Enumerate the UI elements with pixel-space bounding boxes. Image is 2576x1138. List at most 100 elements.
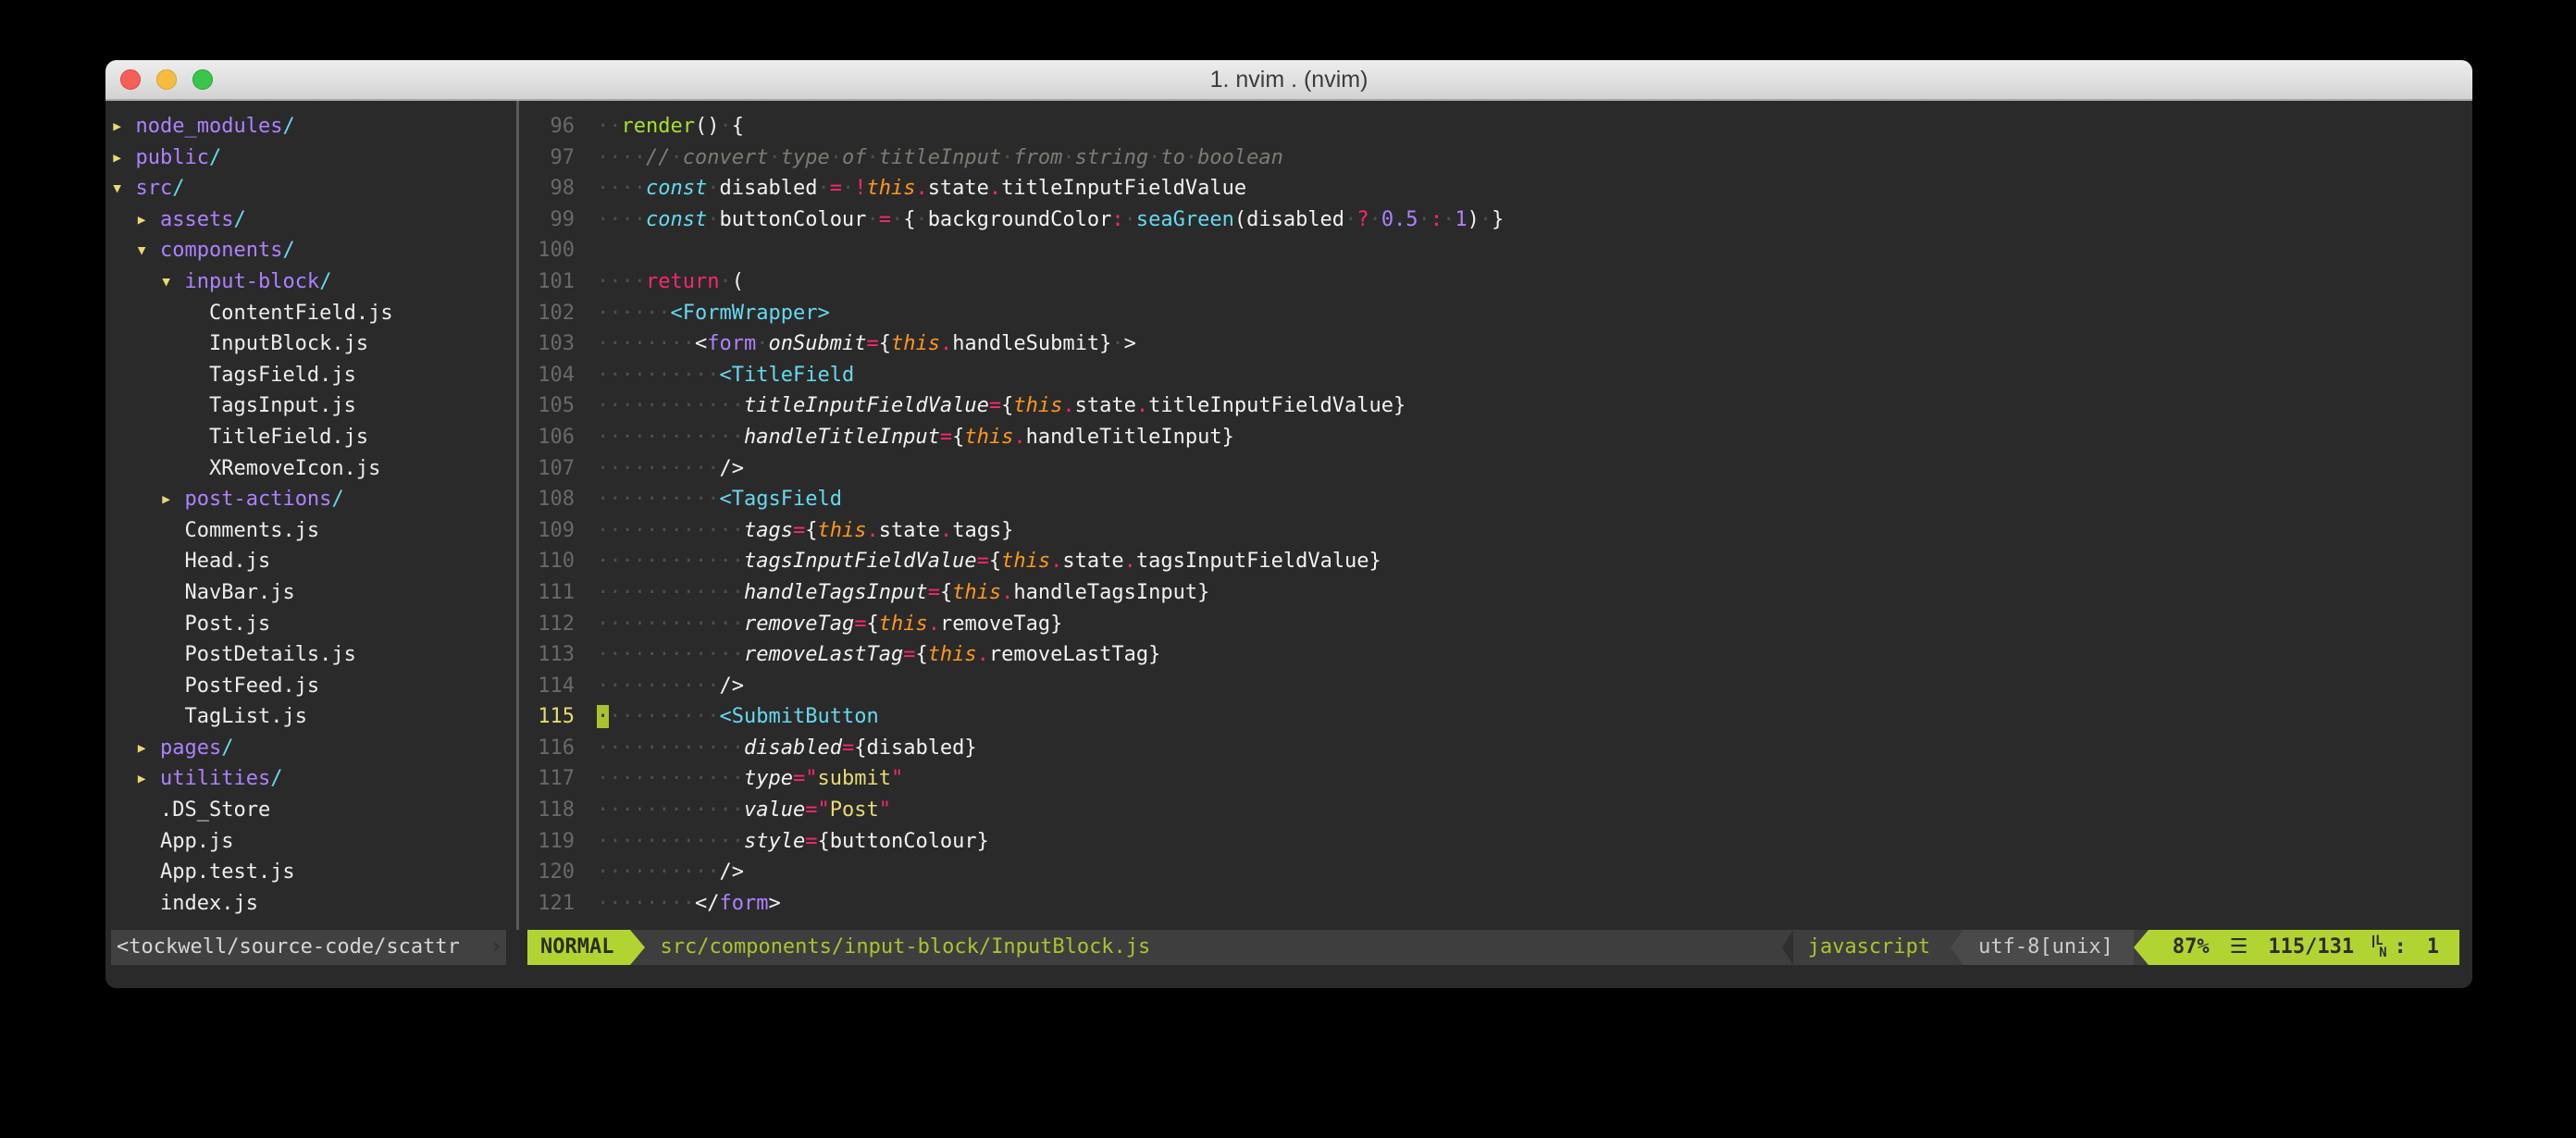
tree-item-Head.js[interactable]: Head.js (111, 546, 511, 577)
minimize-button[interactable] (156, 69, 177, 90)
code-line-100[interactable]: 100 (519, 235, 2472, 266)
tree-item-public[interactable]: ▸ public/ (111, 142, 511, 174)
tree-item-node_modules[interactable]: ▸ node_modules/ (111, 111, 511, 142)
zoom-button[interactable] (192, 69, 213, 90)
directory-name: components (160, 239, 282, 262)
column-number: 1 (2427, 930, 2439, 965)
file-name: PostFeed.js (184, 674, 319, 698)
code-line-98[interactable]: 98····const·disabled·=·!this.state.title… (519, 173, 2472, 204)
tree-item-InputBlock.js[interactable]: InputBlock.js (111, 328, 511, 360)
directory-name: src (136, 177, 173, 200)
code-line-115[interactable]: 115··········<SubmitButton (519, 701, 2472, 733)
tree-item-Comments.js[interactable]: Comments.js (111, 515, 511, 547)
line-number: 121 (519, 888, 575, 920)
tree-item-PostDetails.js[interactable]: PostDetails.js (111, 639, 511, 671)
tree-item-assets[interactable]: ▸ assets/ (111, 204, 511, 236)
tree-item-XRemoveIcon.js[interactable]: XRemoveIcon.js (111, 453, 511, 485)
tree-item-utilities[interactable]: ▸ utilities/ (111, 763, 511, 795)
code-line-103[interactable]: 103········<form·onSubmit={this.handleSu… (519, 328, 2472, 360)
file-name: Post.js (184, 612, 270, 636)
disclosure-open-icon: ▾ (111, 177, 136, 200)
line-text: ············handleTitleInput={this.handl… (597, 422, 1234, 453)
line-text: ············removeTag={this.removeTag} (597, 609, 1062, 640)
line-text: ····//·convert·type·of·titleInput·from·s… (597, 142, 1283, 174)
tree-item-.DS_Store[interactable]: .DS_Store (111, 795, 511, 826)
tree-item-TagsInput.js[interactable]: TagsInput.js (111, 390, 511, 422)
disclosure-closed-icon: ▸ (136, 767, 161, 790)
code-line-121[interactable]: 121········</form> (519, 888, 2472, 920)
editor-pane[interactable]: 96··render()·{97····//·convert·type·of·t… (519, 111, 2472, 925)
code-line-96[interactable]: 96··render()·{ (519, 111, 2472, 142)
code-line-99[interactable]: 99····const·buttonColour·=·{·backgroundC… (519, 204, 2472, 236)
code-line-109[interactable]: 109············tags={this.state.tags} (519, 515, 2472, 547)
tree-item-index.js[interactable]: index.js (111, 888, 511, 920)
code-line-111[interactable]: 111············handleTagsInput={this.han… (519, 577, 2472, 609)
tree-item-TitleField.js[interactable]: TitleField.js (111, 422, 511, 453)
file-name: Comments.js (184, 519, 319, 542)
line-number: 119 (519, 826, 575, 858)
code-line-102[interactable]: 102······<FormWrapper> (519, 298, 2472, 329)
tree-item-Post.js[interactable]: Post.js (111, 609, 511, 640)
code-line-106[interactable]: 106············handleTitleInput={this.ha… (519, 422, 2472, 453)
code-line-107[interactable]: 107··········/> (519, 453, 2472, 485)
line-text: ············disabled={disabled} (597, 733, 977, 764)
line-text: ··········/> (597, 857, 744, 888)
directory-name: public (136, 146, 209, 169)
tree-item-input-block[interactable]: ▾ input-block/ (111, 266, 511, 298)
nerdtree-pane[interactable]: ▸ node_modules/▸ public/▾ src/ ▸ assets/… (111, 111, 511, 925)
code-line-116[interactable]: 116············disabled={disabled} (519, 733, 2472, 764)
chevron-left-icon (1951, 930, 1963, 965)
code-line-120[interactable]: 120··········/> (519, 857, 2472, 888)
tree-item-ContentField.js[interactable]: ContentField.js (111, 298, 511, 329)
encoding-label: utf-8[unix] (1963, 930, 2134, 965)
disclosure-closed-icon: ▸ (136, 208, 161, 231)
tree-item-TagList.js[interactable]: TagList.js (111, 701, 511, 733)
line-number: 111 (519, 577, 575, 609)
directory-name: post-actions (184, 488, 331, 511)
filetype-label: javascript (1793, 930, 1951, 965)
line-text: ············value="Post" (597, 795, 891, 826)
directory-slash: / (172, 177, 184, 200)
code-line-105[interactable]: 105············titleInputFieldValue={thi… (519, 390, 2472, 422)
code-line-108[interactable]: 108 ··········<TagsField (519, 484, 2472, 515)
tree-item-PostFeed.js[interactable]: PostFeed.js (111, 671, 511, 702)
code-line-112[interactable]: 112············removeTag={this.removeTag… (519, 609, 2472, 640)
tree-item-components[interactable]: ▾ components/ (111, 235, 511, 266)
directory-name: pages (160, 736, 221, 760)
tree-item-pages[interactable]: ▸ pages/ (111, 733, 511, 764)
line-number: 113 (519, 639, 575, 671)
file-name: App.js (160, 830, 233, 853)
code-line-104[interactable]: 104··········<TitleField (519, 360, 2472, 391)
line-number: 98 (519, 173, 575, 204)
code-line-113[interactable]: 113············removeLastTag={this.remov… (519, 639, 2472, 671)
line-number: 108 (519, 484, 575, 515)
tree-item-App.js[interactable]: App.js (111, 826, 511, 858)
file-name: index.js (160, 892, 258, 915)
line-text: ··········/> (597, 453, 744, 485)
tree-item-post-actions[interactable]: ▸ post-actions/ (111, 484, 511, 515)
code-line-114[interactable]: 114··········/> (519, 671, 2472, 702)
disclosure-open-icon: ▾ (136, 239, 161, 262)
code-line-97[interactable]: 97····//·convert·type·of·titleInput·from… (519, 142, 2472, 174)
line-number-icon: LN (2372, 935, 2386, 959)
window-title: 1. nvim . (nvim) (105, 60, 2472, 99)
directory-slash: / (221, 736, 233, 760)
code-line-101[interactable]: 101····return·( (519, 266, 2472, 298)
line-text: ····const·buttonColour·=·{·backgroundCol… (597, 204, 1504, 236)
disclosure-closed-icon: ▸ (111, 146, 136, 169)
line-text: ··········<TitleField (597, 360, 854, 391)
code-line-117[interactable]: 117············type="submit" (519, 763, 2472, 795)
code-line-118[interactable]: 118············value="Post" (519, 795, 2472, 826)
tree-item-TagsField.js[interactable]: TagsField.js (111, 360, 511, 391)
code-line-110[interactable]: 110············tagsInputFieldValue={this… (519, 546, 2472, 577)
file-name: .DS_Store (160, 798, 270, 822)
code-line-119[interactable]: 119············style={buttonColour} (519, 826, 2472, 858)
close-button[interactable] (120, 69, 141, 90)
scroll-percent: 87% (2173, 930, 2210, 965)
tree-item-App.test.js[interactable]: App.test.js (111, 857, 511, 888)
directory-name: node_modules (136, 115, 283, 138)
line-text: ··········<TagsField (597, 484, 842, 515)
tree-item-NavBar.js[interactable]: NavBar.js (111, 577, 511, 609)
disclosure-open-icon: ▾ (160, 270, 185, 293)
tree-item-src[interactable]: ▾ src/ (111, 173, 511, 204)
